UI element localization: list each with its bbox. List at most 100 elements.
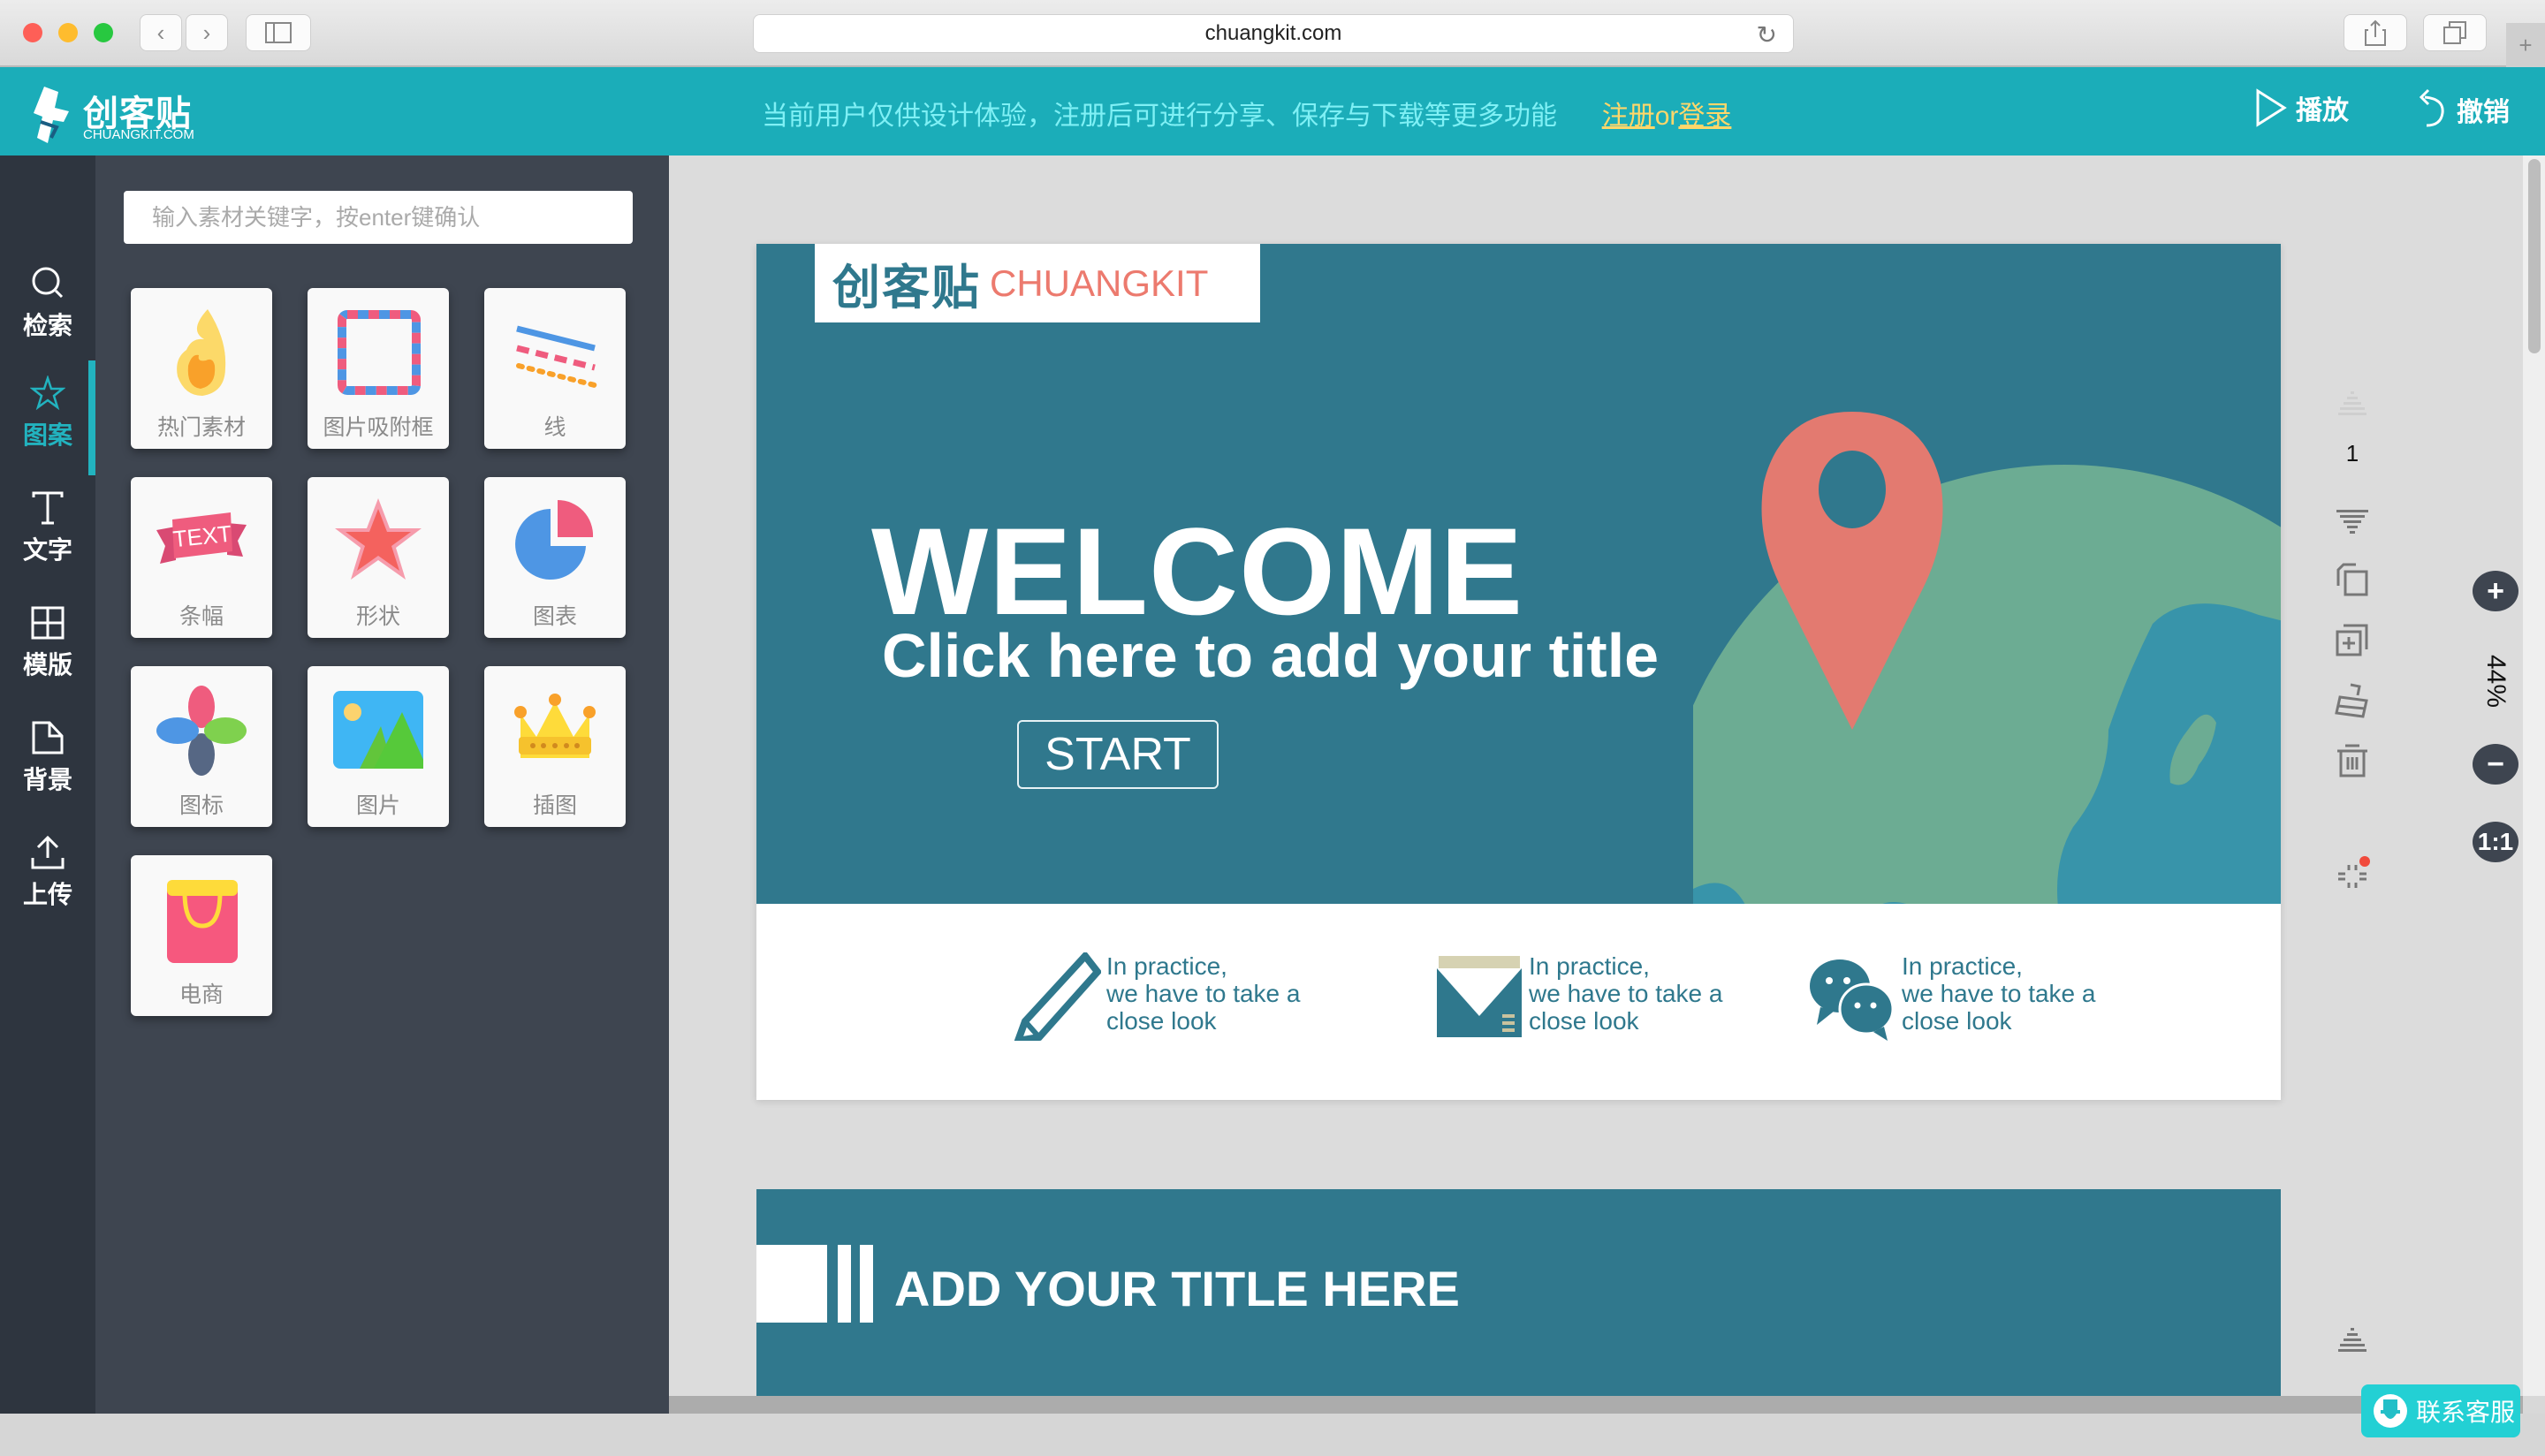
globe-with-pin-illustration: [1693, 412, 2281, 904]
tile-ecommerce[interactable]: 电商: [131, 855, 272, 1016]
url-text: chuangkit.com: [1204, 21, 1342, 45]
feature-line: In practice,: [1106, 952, 1227, 980]
address-bar[interactable]: chuangkit.com ↻: [753, 14, 1794, 53]
decor-block: [756, 1245, 827, 1323]
sidebar-toggle-button[interactable]: [246, 14, 311, 51]
login-link[interactable]: 登录: [1678, 102, 1731, 131]
copy-page-button[interactable]: [2330, 558, 2374, 603]
tile-hot-assets[interactable]: 热门素材: [131, 288, 272, 449]
zoom-level: 44%: [2481, 654, 2511, 709]
hero-section: 创客贴 CHUANGKIT WELCOME Click here to add …: [756, 244, 2281, 904]
tile-label: 图片: [355, 793, 400, 818]
feature-item[interactable]: In practice, we have to take a close loo…: [1013, 952, 1300, 1041]
tile-icons[interactable]: 图标: [131, 666, 272, 827]
move-page-down-button[interactable]: [2330, 500, 2374, 544]
feature-line: close look: [1902, 1007, 2012, 1035]
or-text: or: [1654, 102, 1679, 131]
upload-icon: [31, 835, 65, 869]
zoom-out-button[interactable]: −: [2473, 744, 2518, 785]
add-page-button[interactable]: [2330, 618, 2374, 663]
vertical-scrollbar[interactable]: [2523, 155, 2545, 1396]
tile-label: 电商: [179, 982, 224, 1007]
add-page-icon: [2336, 624, 2368, 656]
undo-icon: [2419, 88, 2444, 127]
tile-illustrations[interactable]: 插图: [484, 666, 626, 827]
vertical-scroll-thumb[interactable]: [2528, 159, 2541, 353]
new-tab-button[interactable]: +: [2506, 23, 2545, 67]
contact-support-button[interactable]: 联系客服: [2361, 1384, 2520, 1437]
rail-label: 图案: [22, 421, 72, 449]
forward-button[interactable]: ›: [186, 14, 228, 51]
actual-size-button[interactable]: 1:1: [2473, 822, 2518, 862]
share-button[interactable]: [2344, 14, 2407, 51]
tile-label: 图片吸附框: [323, 415, 434, 440]
tile-images[interactable]: 图片: [308, 666, 449, 827]
feature-line: we have to take a: [1106, 980, 1301, 1007]
reload-icon[interactable]: ↻: [1757, 20, 1777, 49]
tabs-icon: [2443, 21, 2466, 44]
start-button[interactable]: START: [1017, 720, 1219, 789]
crosshair-icon: [2338, 856, 2370, 888]
tile-charts[interactable]: 图表: [484, 477, 626, 638]
tab-overview-button[interactable]: [2423, 14, 2487, 51]
feature-line: In practice,: [1529, 952, 1650, 980]
horizontal-scrollbar[interactable]: [669, 1396, 2523, 1414]
clear-page-button[interactable]: [2330, 679, 2374, 723]
rail-item-patterns[interactable]: 图案: [0, 360, 95, 475]
contact-support-label: 联系客服: [2416, 1399, 2516, 1426]
tile-lines[interactable]: 线: [484, 288, 626, 449]
undo-button[interactable]: 撤销: [2416, 88, 2510, 131]
shopping-bag-icon: [167, 880, 238, 963]
support-avatar-icon: [2374, 1394, 2407, 1428]
move-bottom-icon: [2338, 1328, 2366, 1352]
minimize-window-button[interactable]: [58, 23, 78, 42]
tile-label: 插图: [532, 793, 577, 818]
slide2-title[interactable]: ADD YOUR TITLE HERE: [894, 1260, 1460, 1317]
tile-banner[interactable]: TEXT 条幅: [131, 477, 272, 638]
rail-item-upload[interactable]: 上传: [0, 820, 95, 926]
left-nav-rail: 检索 图案 文字 模版 背景 上传: [0, 155, 95, 1415]
title-placeholder[interactable]: Click here to add your title: [882, 620, 1659, 691]
decor-bar: [838, 1245, 851, 1323]
zoom-in-button[interactable]: +: [2473, 571, 2518, 611]
delete-page-button[interactable]: [2330, 739, 2374, 783]
feature-item[interactable]: In practice, we have to take a close loo…: [1435, 952, 1722, 1041]
slide-2[interactable]: ADD YOUR TITLE HERE: [756, 1189, 2281, 1396]
logo[interactable]: 创客贴 CHUANGKIT.COM: [34, 80, 210, 147]
feature-item[interactable]: In practice, we have to take a close loo…: [1808, 952, 2095, 1041]
design-canvas[interactable]: 创客贴 CHUANGKIT WELCOME Click here to add …: [669, 155, 2523, 1396]
tile-photo-frame[interactable]: 图片吸附框: [308, 288, 449, 449]
sidebar-icon: [265, 22, 292, 43]
asset-panel: 热门素材 图片吸附框 线 TEXT 条幅 形状 图表 图标 图片 插图 电商: [95, 155, 669, 1415]
rail-item-text[interactable]: 文字: [0, 475, 95, 581]
back-button[interactable]: ‹: [140, 14, 182, 51]
app-header: 创客贴 CHUANGKIT.COM 当前用户仅供设计体验，注册后可进行分享、保存…: [0, 67, 2545, 155]
maximize-window-button[interactable]: [94, 23, 113, 42]
move-page-up-button[interactable]: [2330, 383, 2374, 428]
logo-hat-icon: [34, 87, 69, 143]
trash-icon: [2337, 744, 2367, 777]
brand-logo-box[interactable]: 创客贴 CHUANGKIT: [815, 244, 1260, 322]
play-button[interactable]: 播放: [2255, 88, 2349, 127]
plus-icon: +: [2487, 573, 2504, 608]
copy-page-icon: [2336, 563, 2368, 596]
wechat-icon: [1810, 959, 1895, 1041]
minus-icon: −: [2487, 747, 2504, 781]
tile-label: 形状: [355, 604, 400, 629]
rail-item-background[interactable]: 背景: [0, 705, 95, 811]
rail-item-templates[interactable]: 模版: [0, 590, 95, 696]
rail-item-search[interactable]: 检索: [0, 251, 95, 357]
image-icon: [333, 691, 423, 769]
slide-1[interactable]: 创客贴 CHUANGKIT WELCOME Click here to add …: [756, 244, 2281, 1100]
tile-label: 条幅: [179, 604, 224, 629]
tile-shapes[interactable]: 形状: [308, 477, 449, 638]
asset-search-input[interactable]: [124, 191, 633, 244]
move-to-bottom-button[interactable]: [2330, 1320, 2374, 1364]
trial-notice: 当前用户仅供设计体验，注册后可进行分享、保存与下载等更多功能 注册or登录: [762, 94, 1731, 133]
register-link[interactable]: 注册: [1602, 102, 1655, 131]
fit-view-button[interactable]: [2330, 853, 2374, 898]
template-icon: [31, 606, 65, 640]
close-window-button[interactable]: [23, 23, 42, 42]
banner-icon: TEXT: [156, 512, 247, 564]
text-icon: [32, 491, 64, 525]
